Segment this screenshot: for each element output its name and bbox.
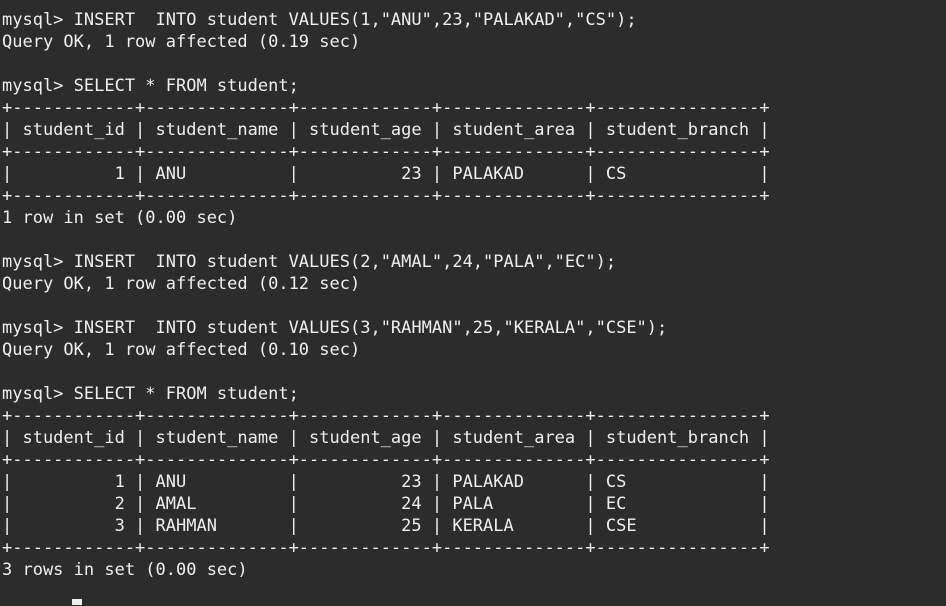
table-border: +------------+--------------+-----------…: [2, 98, 770, 118]
prompt-line[interactable]: [2, 581, 946, 605]
terminal-line: Query OK, 1 row affected (0.10 sec): [2, 340, 361, 360]
table-row: | 3 | RAHMAN | 25 | KERALA | CSE |: [2, 516, 770, 536]
table-border: +------------+--------------+-----------…: [2, 450, 770, 470]
table-row: | 2 | AMAL | 24 | PALA | EC |: [2, 494, 770, 514]
terminal-line: mysql> INSERT INTO student VALUES(3,"RAH…: [2, 318, 668, 338]
terminal-line: mysql> SELECT * FROM student;: [2, 384, 299, 404]
terminal-line: mysql> INSERT INTO student VALUES(1,"ANU…: [2, 10, 637, 30]
text-cursor: [72, 599, 82, 605]
terminal-line: mysql> SELECT * FROM student;: [2, 76, 299, 96]
table-row: | 1 | ANU | 23 | PALAKAD | CS |: [2, 164, 770, 184]
terminal-line: Query OK, 1 row affected (0.19 sec): [2, 32, 361, 52]
table-header-row: | student_id | student_name | student_ag…: [2, 120, 770, 140]
terminal-line: 3 rows in set (0.00 sec): [2, 560, 248, 580]
terminal-line: 1 row in set (0.00 sec): [2, 208, 238, 228]
table-border: +------------+--------------+-----------…: [2, 186, 770, 206]
terminal-window[interactable]: mysql> INSERT INTO student VALUES(1,"ANU…: [0, 0, 946, 606]
terminal-line: Query OK, 1 row affected (0.12 sec): [2, 274, 361, 294]
table-header-row: | student_id | student_name | student_ag…: [2, 428, 770, 448]
table-row: | 1 | ANU | 23 | PALAKAD | CS |: [2, 472, 770, 492]
table-border: +------------+--------------+-----------…: [2, 538, 770, 558]
table-border: +------------+--------------+-----------…: [2, 406, 770, 426]
terminal-line: mysql> INSERT INTO student VALUES(2,"AMA…: [2, 252, 617, 272]
table-border: +------------+--------------+-----------…: [2, 142, 770, 162]
